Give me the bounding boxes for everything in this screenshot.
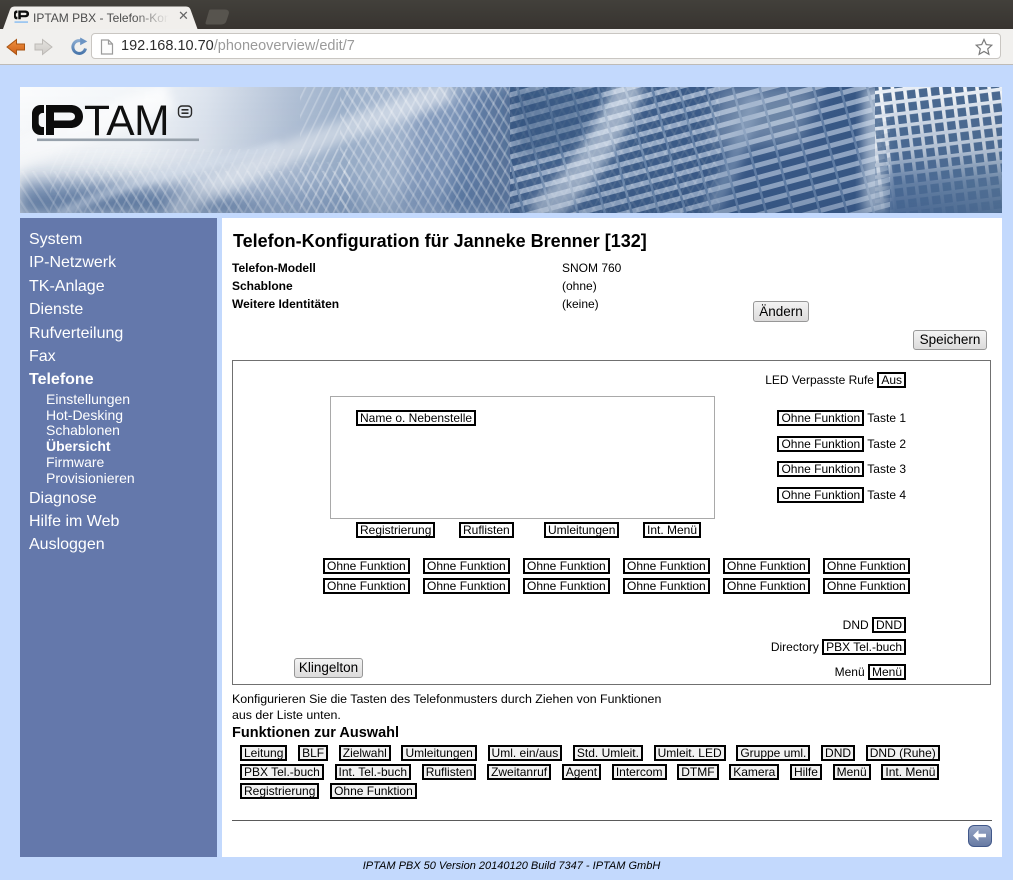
svg-text:TAM: TAM bbox=[84, 98, 169, 145]
